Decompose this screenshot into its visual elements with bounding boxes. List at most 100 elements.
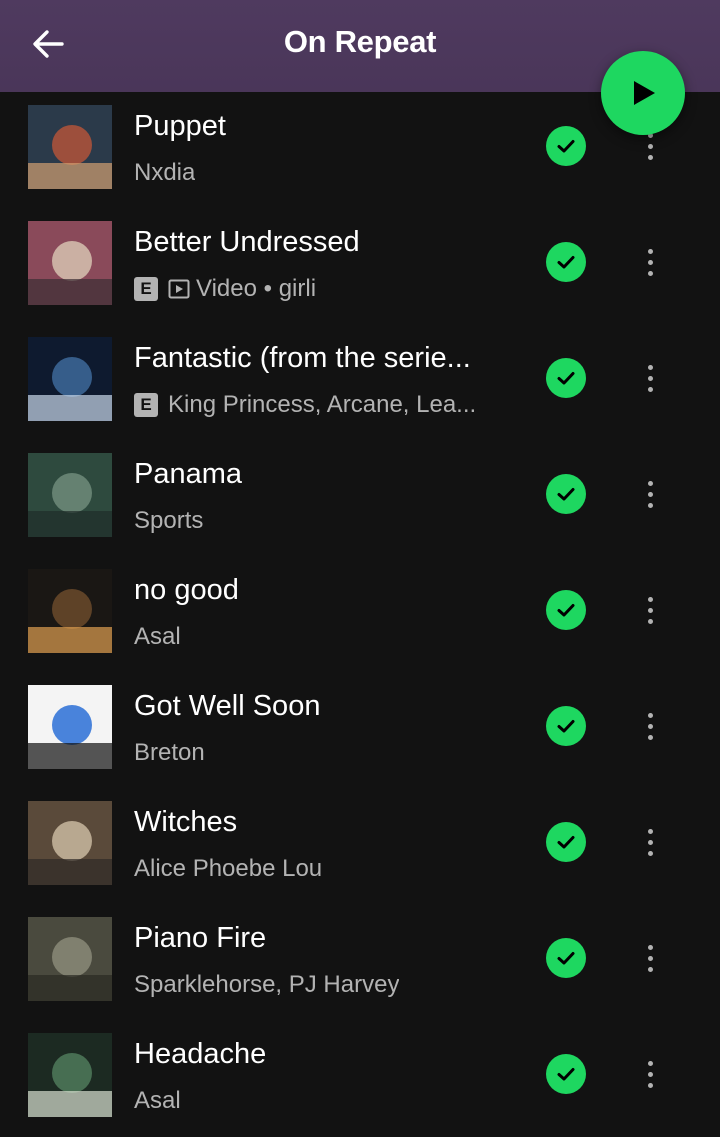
check-icon bbox=[557, 952, 575, 965]
more-dot bbox=[647, 1060, 653, 1066]
track-artists: Video • girli bbox=[196, 275, 317, 302]
track-title: Got Well Soon bbox=[134, 690, 321, 722]
more-dot bbox=[647, 364, 653, 370]
album-art bbox=[28, 221, 112, 305]
more-options-button[interactable] bbox=[630, 586, 670, 634]
check-icon bbox=[557, 488, 575, 501]
downloaded-check-button[interactable] bbox=[546, 590, 586, 630]
album-art bbox=[28, 337, 112, 421]
more-dot bbox=[647, 723, 653, 729]
downloaded-check-button[interactable] bbox=[546, 822, 586, 862]
track-subtitle-line: Asal bbox=[134, 1084, 504, 1118]
downloaded-check-button[interactable] bbox=[546, 938, 586, 978]
more-dot bbox=[647, 1071, 653, 1077]
more-options-button[interactable] bbox=[630, 702, 670, 750]
play-icon bbox=[634, 81, 655, 105]
album-art bbox=[28, 453, 112, 537]
more-dot bbox=[647, 966, 653, 972]
more-options-button[interactable] bbox=[630, 818, 670, 866]
track-row[interactable]: no good Asal bbox=[0, 556, 720, 672]
check-icon bbox=[557, 1068, 575, 1081]
more-dot bbox=[647, 1082, 653, 1088]
downloaded-check-button[interactable] bbox=[546, 706, 586, 746]
more-dot bbox=[647, 944, 653, 950]
track-title: Headache bbox=[134, 1038, 267, 1070]
track-artists: Asal bbox=[134, 1087, 181, 1114]
explicit-badge: E bbox=[134, 277, 158, 301]
more-dot bbox=[647, 270, 653, 276]
track-title: Witches bbox=[134, 806, 238, 838]
track-row[interactable]: Better Undressed E Video • girli bbox=[0, 208, 720, 324]
album-art bbox=[28, 105, 112, 189]
track-artists: Nxdia bbox=[134, 159, 196, 186]
more-dot bbox=[647, 248, 653, 254]
track-row[interactable]: Piano Fire Sparklehorse, PJ Harvey bbox=[0, 904, 720, 1020]
album-art bbox=[28, 917, 112, 1001]
track-subtitle-line: Alice Phoebe Lou bbox=[134, 852, 504, 886]
more-dot bbox=[647, 712, 653, 718]
album-art bbox=[28, 569, 112, 653]
track-artists: Asal bbox=[134, 623, 181, 650]
track-subtitle-line: Sparklehorse, PJ Harvey bbox=[134, 968, 504, 1002]
track-subtitle-line: E King Princess, Arcane, Lea... bbox=[134, 388, 504, 422]
track-title: Panama bbox=[134, 458, 243, 490]
track-subtitle-line: E Video • girli bbox=[134, 272, 504, 306]
more-dot bbox=[647, 839, 653, 845]
track-title: no good bbox=[134, 574, 239, 606]
downloaded-check-button[interactable] bbox=[546, 474, 586, 514]
more-options-button[interactable] bbox=[630, 470, 670, 518]
more-dot bbox=[647, 491, 653, 497]
more-dot bbox=[647, 154, 653, 160]
check-icon bbox=[557, 720, 575, 733]
more-dot bbox=[647, 618, 653, 624]
page-title: On Repeat bbox=[283, 24, 437, 59]
more-dot bbox=[647, 734, 653, 740]
track-artists: Breton bbox=[134, 739, 205, 766]
explicit-badge: E bbox=[134, 393, 158, 417]
track-subtitle-line: Sports bbox=[134, 504, 504, 538]
downloaded-check-button[interactable] bbox=[546, 1054, 586, 1094]
more-dot bbox=[647, 955, 653, 961]
downloaded-check-button[interactable] bbox=[546, 358, 586, 398]
track-subtitle-line: Asal bbox=[134, 620, 504, 654]
track-artists: King Princess, Arcane, Lea... bbox=[168, 391, 477, 418]
album-art bbox=[28, 685, 112, 769]
track-list: Puppet Nxdia Better Undressed E Video • … bbox=[0, 92, 720, 1136]
downloaded-check-button[interactable] bbox=[546, 126, 586, 166]
track-row[interactable]: Fantastic (from the serie... E King Prin… bbox=[0, 324, 720, 440]
track-row[interactable]: Panama Sports bbox=[0, 440, 720, 556]
track-subtitle-line: Breton bbox=[134, 736, 504, 770]
track-title: Better Undressed bbox=[134, 226, 360, 258]
more-dot bbox=[647, 375, 653, 381]
downloaded-check-button[interactable] bbox=[546, 242, 586, 282]
more-dot bbox=[647, 259, 653, 265]
track-row[interactable]: Witches Alice Phoebe Lou bbox=[0, 788, 720, 904]
more-options-button[interactable] bbox=[630, 354, 670, 402]
video-icon bbox=[168, 279, 190, 299]
track-artists: Sparklehorse, PJ Harvey bbox=[134, 971, 400, 998]
track-row[interactable]: Headache Asal bbox=[0, 1020, 720, 1136]
check-icon bbox=[557, 256, 575, 269]
check-icon bbox=[557, 836, 575, 849]
album-art bbox=[28, 1033, 112, 1117]
track-artists: Sports bbox=[134, 507, 204, 534]
track-row[interactable]: Got Well Soon Breton bbox=[0, 672, 720, 788]
track-artists: Alice Phoebe Lou bbox=[134, 855, 323, 882]
more-dot bbox=[647, 607, 653, 613]
album-art bbox=[28, 801, 112, 885]
more-options-button[interactable] bbox=[630, 1050, 670, 1098]
check-icon bbox=[557, 604, 575, 617]
track-title: Piano Fire bbox=[134, 922, 267, 954]
more-dot bbox=[647, 143, 653, 149]
track-subtitle-line: Nxdia bbox=[134, 156, 504, 190]
more-options-button[interactable] bbox=[630, 934, 670, 982]
track-title: Fantastic (from the serie... bbox=[134, 342, 471, 374]
more-dot bbox=[647, 850, 653, 856]
track-title: Puppet bbox=[134, 110, 226, 142]
check-icon bbox=[557, 372, 575, 385]
more-dot bbox=[647, 596, 653, 602]
check-icon bbox=[557, 140, 575, 153]
play-button[interactable] bbox=[601, 51, 685, 135]
more-options-button[interactable] bbox=[630, 238, 670, 286]
more-dot bbox=[647, 480, 653, 486]
